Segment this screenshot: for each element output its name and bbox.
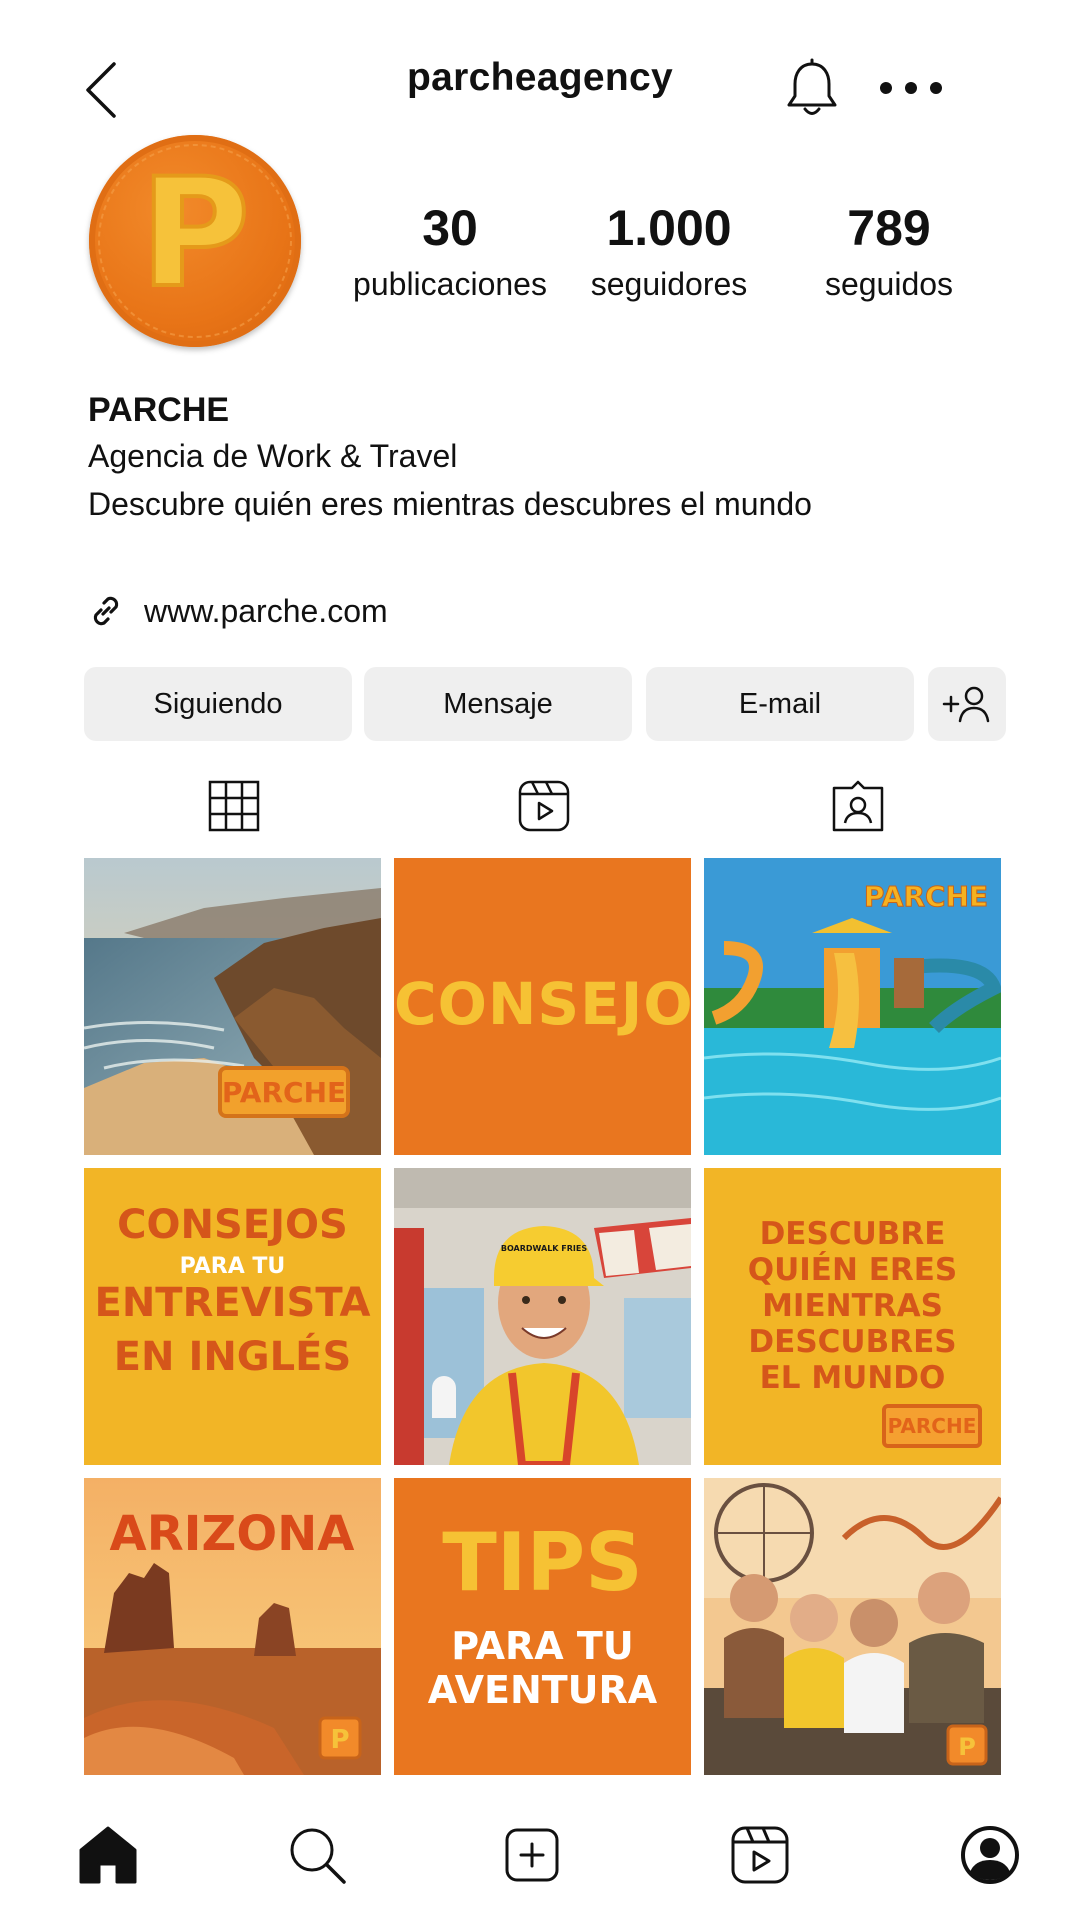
stat-posts[interactable]: 30 publicaciones: [340, 200, 560, 308]
post-title-line: PARA TU: [451, 1624, 634, 1668]
post-title-line: AVENTURA: [427, 1668, 658, 1712]
profile-icon: [961, 1826, 1019, 1884]
post-title-line: EL MUNDO: [759, 1360, 946, 1396]
post-badge: PARCHE: [864, 880, 988, 913]
post-title-line: QUIÉN ERES: [747, 1252, 958, 1288]
post-tile-consejo[interactable]: CONSEJO: [394, 858, 691, 1155]
create-icon: [505, 1828, 559, 1882]
post-badge: PARCHE: [222, 1076, 346, 1109]
post-tile-coastline[interactable]: PARCHE: [84, 858, 381, 1155]
following-button[interactable]: Siguiendo: [84, 667, 352, 741]
reels-icon: [518, 780, 570, 832]
post-title-line: EN INGLÉS: [113, 1334, 352, 1380]
nav-home[interactable]: [73, 1820, 143, 1890]
post-title-line: TIPS: [442, 1516, 643, 1609]
post-title-line: DESCUBRES: [748, 1324, 957, 1360]
profile-tabs: [0, 776, 1080, 836]
post-title-line: MIENTRAS: [762, 1288, 943, 1324]
post-badge: P: [330, 1725, 349, 1755]
post-tile-worker[interactable]: BOARDWALK FRIES: [394, 1168, 691, 1465]
post-badge: PARCHE: [882, 1404, 982, 1448]
email-button[interactable]: E-mail: [646, 667, 914, 741]
bio-line: Descubre quién eres mientras descubres e…: [88, 486, 812, 522]
friends-photo: P: [704, 1478, 1001, 1775]
tab-posts-grid[interactable]: [204, 776, 264, 836]
post-tile-waterpark[interactable]: PARCHE: [704, 858, 1001, 1155]
stat-label: seguidores: [590, 266, 748, 302]
nav-profile[interactable]: [955, 1820, 1025, 1890]
suggest-people-button[interactable]: [928, 667, 1006, 741]
post-title: ARIZONA: [110, 1506, 355, 1562]
post-tile-arizona[interactable]: ARIZONA P: [84, 1478, 381, 1775]
post-title-line: CONSEJOS: [117, 1202, 348, 1248]
cap-text: BOARDWALK FRIES: [501, 1244, 587, 1253]
nav-create[interactable]: [497, 1820, 567, 1890]
post-title-line: DESCUBRE: [759, 1216, 946, 1252]
posts-grid: PARCHE CONSEJO PARCHE CONSEJOS PARA TU E…: [84, 858, 1001, 1775]
worker-photo: BOARDWALK FRIES: [394, 1168, 691, 1465]
post-title-line: PARA TU: [179, 1254, 286, 1279]
tab-reels[interactable]: [514, 776, 574, 836]
post-tile-friends[interactable]: P: [704, 1478, 1001, 1775]
profile-avatar[interactable]: P: [89, 135, 301, 347]
profile-name: PARCHE: [88, 391, 230, 429]
reels-icon: [731, 1826, 789, 1884]
profile-header: parcheagency: [0, 0, 1080, 150]
profile-stats: 30 publicaciones 1.000 seguidores 789 se…: [340, 200, 1000, 310]
post-title-line: ENTREVISTA: [94, 1280, 371, 1326]
post-tile-descubre[interactable]: DESCUBRE QUIÉN ERES MIENTRAS DESCUBRES E…: [704, 1168, 1001, 1465]
stat-following[interactable]: 789 seguidos: [779, 200, 999, 308]
profile-link[interactable]: www.parche.com: [88, 584, 388, 638]
link-icon: [93, 596, 119, 626]
grid-icon: [208, 780, 260, 832]
nav-search[interactable]: [282, 1820, 352, 1890]
tagged-icon: [832, 780, 884, 832]
home-icon: [79, 1826, 137, 1884]
post-title: CONSEJO: [394, 970, 691, 1038]
add-person-icon: [942, 686, 990, 723]
stat-label: publicaciones: [353, 266, 547, 302]
profile-bio: PARCHE Agencia de Work & Travel Descubre…: [88, 388, 1008, 528]
post-tile-tips[interactable]: TIPS PARA TU AVENTURA: [394, 1478, 691, 1775]
stat-value: 1.000: [606, 200, 732, 256]
avatar-patch-graphic: P: [98, 144, 292, 338]
search-icon: [290, 1828, 346, 1884]
avatar-letter: P: [140, 147, 250, 321]
stat-value: 789: [847, 200, 931, 256]
desert-photo: ARIZONA P: [84, 1478, 381, 1775]
tab-tagged[interactable]: [828, 776, 888, 836]
bottom-navigation: [0, 1800, 1080, 1920]
stat-value: 30: [422, 200, 478, 256]
bio-line: Agencia de Work & Travel: [88, 438, 458, 474]
notifications-button[interactable]: [784, 58, 840, 120]
waterpark-photo: PARCHE: [704, 858, 1001, 1155]
post-badge: P: [958, 1733, 976, 1761]
more-options-button[interactable]: [876, 70, 946, 106]
more-horizontal-icon: [880, 82, 942, 94]
message-button[interactable]: Mensaje: [364, 667, 632, 741]
coastline-photo: PARCHE: [84, 858, 381, 1155]
link-text: www.parche.com: [144, 592, 388, 629]
stat-label: seguidos: [824, 266, 954, 302]
post-tile-consejos-entrevista[interactable]: CONSEJOS PARA TU ENTREVISTA EN INGLÉS: [84, 1168, 381, 1465]
stat-followers[interactable]: 1.000 seguidores: [559, 200, 779, 308]
nav-reels[interactable]: [725, 1820, 795, 1890]
bell-icon: [787, 58, 837, 115]
